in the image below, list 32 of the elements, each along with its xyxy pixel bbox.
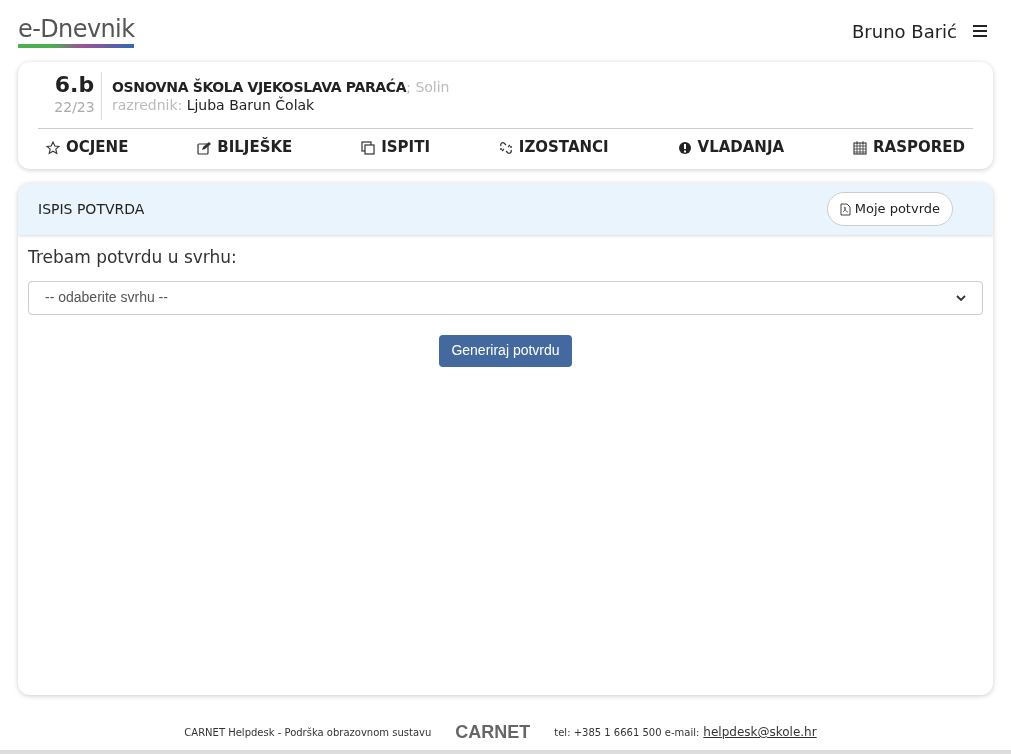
purpose-select[interactable]: -- odaberite svrhu -- xyxy=(28,280,983,315)
nav-link[interactable]: BILJEŠKE xyxy=(197,136,293,159)
nav-link[interactable]: RASPORED xyxy=(853,136,965,159)
nav-link[interactable]: ISPITI xyxy=(361,136,430,159)
my-certificates-button[interactable]: Moje potvrde xyxy=(826,192,953,226)
carnet-logo: CARNET xyxy=(455,720,531,744)
field-label: Trebam potvrdu u svrhu: xyxy=(28,246,238,269)
exclamation-icon xyxy=(677,140,692,155)
contact-text: tel: +385 1 6661 500 e-mail: xyxy=(554,725,700,740)
email-link[interactable]: helpdesk@skole.hr xyxy=(703,723,817,741)
class-name: 6.b xyxy=(54,72,95,98)
nav-link[interactable]: OCJENE xyxy=(46,136,129,159)
generate-button[interactable]: Generiraj potvrdu xyxy=(439,334,572,367)
copy-icon xyxy=(361,140,376,155)
star-icon xyxy=(46,140,60,155)
edit-icon xyxy=(197,140,212,155)
panel-title: ISPIS POTVRDA xyxy=(38,199,145,219)
school-city: ; Solin xyxy=(406,79,450,95)
pdf-file-icon xyxy=(839,202,851,216)
helpdesk-text: CARNET Helpdesk - Podrška obrazovnom sustavu xyxy=(184,725,432,740)
user-name[interactable]: Bruno Barić xyxy=(852,17,957,45)
teacher-name: Ljuba Barun Čolak xyxy=(186,97,315,113)
app-logo[interactable]: e-Dnevnik xyxy=(18,14,135,48)
broken-link-icon xyxy=(498,140,513,155)
school-name: OSNOVNA ŠKOLA VJEKOSLAVA PARAĆA xyxy=(112,79,407,95)
chevron-down-icon xyxy=(956,294,966,301)
teacher-label: razrednik: xyxy=(112,97,183,113)
school-year: 22/23 xyxy=(54,98,95,116)
nav-link[interactable]: VLADANJA xyxy=(677,136,785,159)
calendar-icon xyxy=(853,140,867,155)
nav-link[interactable]: IZOSTANCI xyxy=(498,136,609,159)
menu-icon[interactable] xyxy=(973,25,987,37)
